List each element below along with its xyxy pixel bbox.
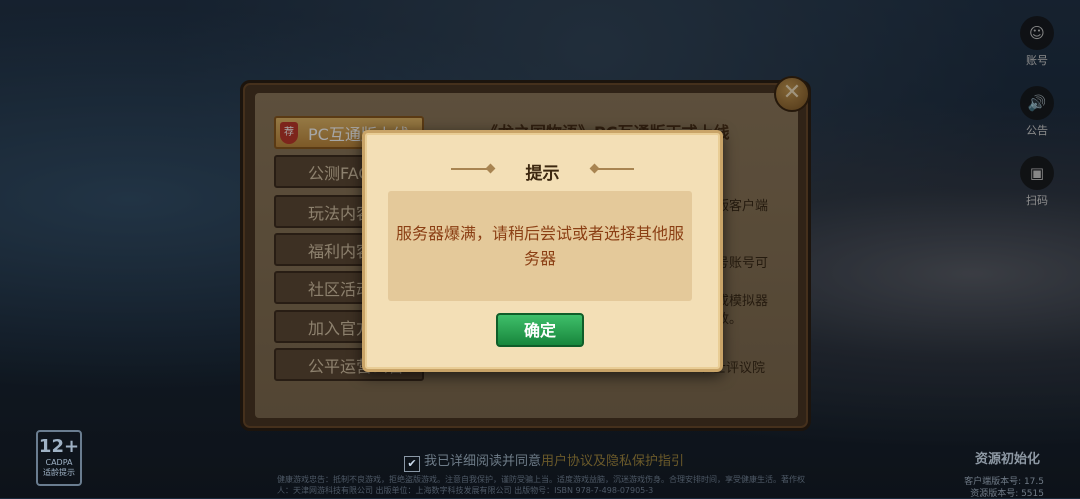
agree-text: 我已详细阅读并同意 — [424, 454, 542, 469]
dialog-message-box: 服务器爆满，请稍后尝试或者选择其他服务器 — [388, 191, 692, 301]
age-rating-value: 12+ — [38, 436, 80, 457]
agree-checkbox[interactable]: ✔ — [404, 456, 420, 472]
resource-init-label: 资源初始化 — [975, 452, 1041, 467]
agreement-link[interactable]: 用户协议及隐私保护指引 — [541, 454, 684, 469]
confirm-button[interactable]: 确定 — [496, 313, 584, 347]
resource-version: 资源版本号: 5515 — [970, 489, 1044, 499]
dialog-message: 服务器爆满，请稍后尝试或者选择其他服务器 — [395, 224, 684, 268]
alert-dialog: 提示 服务器爆满，请稍后尝试或者选择其他服务器 确定 — [362, 130, 723, 372]
age-rating-caption-2: 适龄提示 — [43, 468, 75, 477]
agreement-row[interactable]: ✔ 我已详细阅读并同意用户协议及隐私保护指引 — [404, 450, 684, 472]
dialog-title: 提示 — [525, 164, 560, 184]
age-rating-caption: CADPA — [45, 458, 73, 467]
age-rating-badge: 12+ CADPA 适龄提示 — [36, 430, 82, 486]
title-ornament-right — [594, 168, 634, 170]
health-notice: 健康游戏忠告：抵制不良游戏，拒绝盗版游戏。注意自我保护，谨防受骗上当。适度游戏益… — [277, 475, 805, 495]
